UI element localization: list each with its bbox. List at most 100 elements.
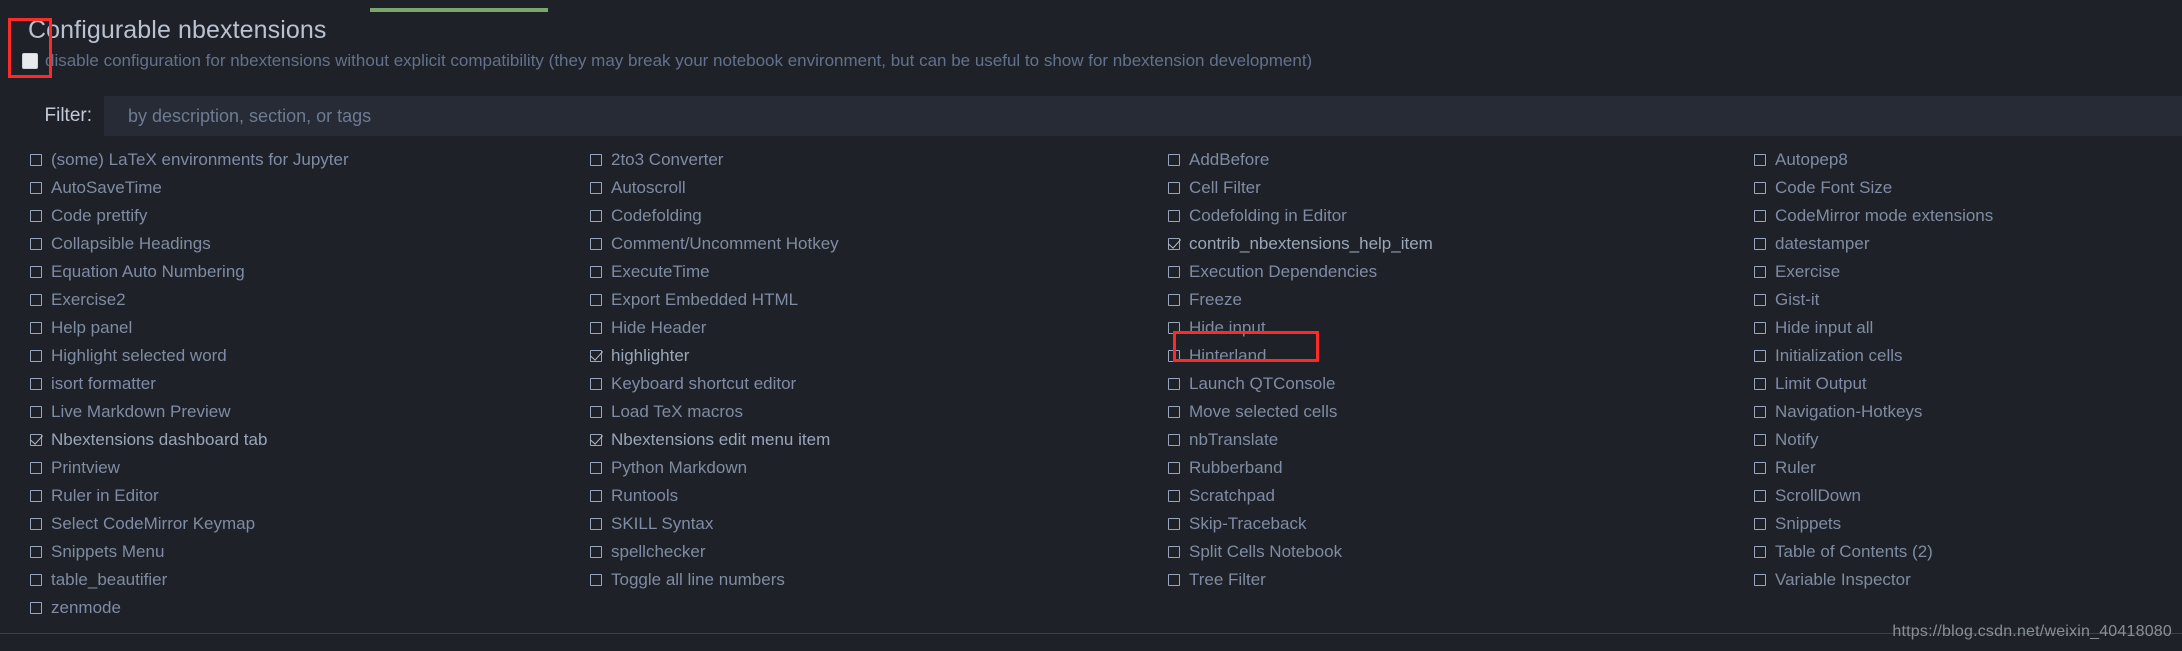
extension-item[interactable]: Exercise (1754, 258, 2182, 286)
extension-item[interactable]: Code prettify (30, 202, 580, 230)
extension-item[interactable]: Codefolding (590, 202, 1160, 230)
checkbox-unchecked-icon[interactable] (590, 518, 602, 530)
checkbox-unchecked-icon[interactable] (590, 266, 602, 278)
extension-item[interactable]: Launch QTConsole (1168, 370, 1740, 398)
extension-item[interactable]: Freeze (1168, 286, 1740, 314)
extension-item[interactable]: Rubberband (1168, 454, 1740, 482)
filter-input[interactable] (104, 96, 2182, 136)
extension-item[interactable]: 2to3 Converter (590, 146, 1160, 174)
checkbox-unchecked-icon[interactable] (1168, 574, 1180, 586)
checkbox-unchecked-icon[interactable] (1754, 574, 1766, 586)
extension-item[interactable]: highlighter (590, 342, 1160, 370)
checkbox-unchecked-icon[interactable] (1168, 210, 1180, 222)
extension-item[interactable]: Table of Contents (2) (1754, 538, 2182, 566)
checkbox-unchecked-icon[interactable] (30, 462, 42, 474)
extension-item[interactable]: Execution Dependencies (1168, 258, 1740, 286)
disable-configuration-row[interactable]: disable configuration for nbextensions w… (22, 51, 2182, 71)
checkbox-unchecked-icon[interactable] (30, 518, 42, 530)
extension-item[interactable]: Split Cells Notebook (1168, 538, 1740, 566)
disable-configuration-checkbox[interactable] (22, 53, 38, 69)
extension-item[interactable]: Toggle all line numbers (590, 566, 1160, 594)
checkbox-unchecked-icon[interactable] (590, 322, 602, 334)
extension-item[interactable]: AutoSaveTime (30, 174, 580, 202)
extension-item[interactable]: Help panel (30, 314, 580, 342)
checkbox-checked-icon[interactable] (30, 434, 42, 446)
checkbox-unchecked-icon[interactable] (1754, 182, 1766, 194)
extension-item[interactable]: Code Font Size (1754, 174, 2182, 202)
checkbox-unchecked-icon[interactable] (1754, 154, 1766, 166)
extension-item[interactable]: Scratchpad (1168, 482, 1740, 510)
checkbox-unchecked-icon[interactable] (590, 154, 602, 166)
extension-item[interactable]: Gist-it (1754, 286, 2182, 314)
extension-item[interactable]: Tree Filter (1168, 566, 1740, 594)
extension-item[interactable]: spellchecker (590, 538, 1160, 566)
checkbox-unchecked-icon[interactable] (30, 294, 42, 306)
checkbox-unchecked-icon[interactable] (1168, 406, 1180, 418)
checkbox-unchecked-icon[interactable] (590, 182, 602, 194)
checkbox-unchecked-icon[interactable] (1754, 322, 1766, 334)
checkbox-unchecked-icon[interactable] (1168, 434, 1180, 446)
checkbox-unchecked-icon[interactable] (1168, 294, 1180, 306)
extension-item[interactable]: ScrollDown (1754, 482, 2182, 510)
extension-item[interactable]: datestamper (1754, 230, 2182, 258)
checkbox-checked-icon[interactable] (590, 350, 602, 362)
extension-item[interactable]: Export Embedded HTML (590, 286, 1160, 314)
checkbox-unchecked-icon[interactable] (30, 182, 42, 194)
extension-item[interactable]: Equation Auto Numbering (30, 258, 580, 286)
extension-item[interactable]: Initialization cells (1754, 342, 2182, 370)
checkbox-unchecked-icon[interactable] (590, 574, 602, 586)
checkbox-unchecked-icon[interactable] (30, 266, 42, 278)
checkbox-unchecked-icon[interactable] (1754, 350, 1766, 362)
checkbox-unchecked-icon[interactable] (1754, 210, 1766, 222)
extension-item[interactable]: (some) LaTeX environments for Jupyter (30, 146, 580, 174)
extension-item[interactable]: nbTranslate (1168, 426, 1740, 454)
checkbox-unchecked-icon[interactable] (1754, 266, 1766, 278)
checkbox-unchecked-icon[interactable] (1754, 294, 1766, 306)
checkbox-unchecked-icon[interactable] (590, 546, 602, 558)
extension-item[interactable]: Printview (30, 454, 580, 482)
checkbox-unchecked-icon[interactable] (30, 602, 42, 614)
extension-item[interactable]: table_beautifier (30, 566, 580, 594)
checkbox-unchecked-icon[interactable] (1754, 378, 1766, 390)
checkbox-unchecked-icon[interactable] (30, 574, 42, 586)
checkbox-unchecked-icon[interactable] (1754, 238, 1766, 250)
checkbox-unchecked-icon[interactable] (1168, 490, 1180, 502)
checkbox-unchecked-icon[interactable] (590, 378, 602, 390)
extension-item[interactable]: Move selected cells (1168, 398, 1740, 426)
extension-item[interactable]: Nbextensions dashboard tab (30, 426, 580, 454)
checkbox-unchecked-icon[interactable] (30, 406, 42, 418)
extension-item[interactable]: Live Markdown Preview (30, 398, 580, 426)
checkbox-unchecked-icon[interactable] (590, 294, 602, 306)
checkbox-unchecked-icon[interactable] (1168, 462, 1180, 474)
extension-item[interactable]: CodeMirror mode extensions (1754, 202, 2182, 230)
checkbox-unchecked-icon[interactable] (30, 546, 42, 558)
extension-item[interactable]: Autopep8 (1754, 146, 2182, 174)
extension-item[interactable]: isort formatter (30, 370, 580, 398)
checkbox-unchecked-icon[interactable] (1168, 350, 1180, 362)
checkbox-unchecked-icon[interactable] (1168, 518, 1180, 530)
extension-item[interactable]: Codefolding in Editor (1168, 202, 1740, 230)
extension-item[interactable]: Exercise2 (30, 286, 580, 314)
extension-item[interactable]: Ruler (1754, 454, 2182, 482)
extension-item[interactable]: Runtools (590, 482, 1160, 510)
extension-item[interactable]: Skip-Traceback (1168, 510, 1740, 538)
checkbox-unchecked-icon[interactable] (590, 238, 602, 250)
extension-item[interactable]: Limit Output (1754, 370, 2182, 398)
checkbox-unchecked-icon[interactable] (1754, 490, 1766, 502)
checkbox-unchecked-icon[interactable] (1168, 266, 1180, 278)
extension-item[interactable]: Cell Filter (1168, 174, 1740, 202)
extension-item[interactable]: contrib_nbextensions_help_item (1168, 230, 1740, 258)
checkbox-unchecked-icon[interactable] (30, 210, 42, 222)
extension-item[interactable]: AddBefore (1168, 146, 1740, 174)
checkbox-unchecked-icon[interactable] (1168, 546, 1180, 558)
checkbox-unchecked-icon[interactable] (590, 210, 602, 222)
extension-item[interactable]: Hide input all (1754, 314, 2182, 342)
extension-item[interactable]: Hide input (1168, 314, 1740, 342)
extension-item[interactable]: Highlight selected word (30, 342, 580, 370)
extension-item[interactable]: Nbextensions edit menu item (590, 426, 1160, 454)
extension-item[interactable]: Notify (1754, 426, 2182, 454)
extension-item[interactable]: Keyboard shortcut editor (590, 370, 1160, 398)
extension-item[interactable]: SKILL Syntax (590, 510, 1160, 538)
extension-item[interactable]: Snippets (1754, 510, 2182, 538)
extension-item[interactable]: Ruler in Editor (30, 482, 580, 510)
